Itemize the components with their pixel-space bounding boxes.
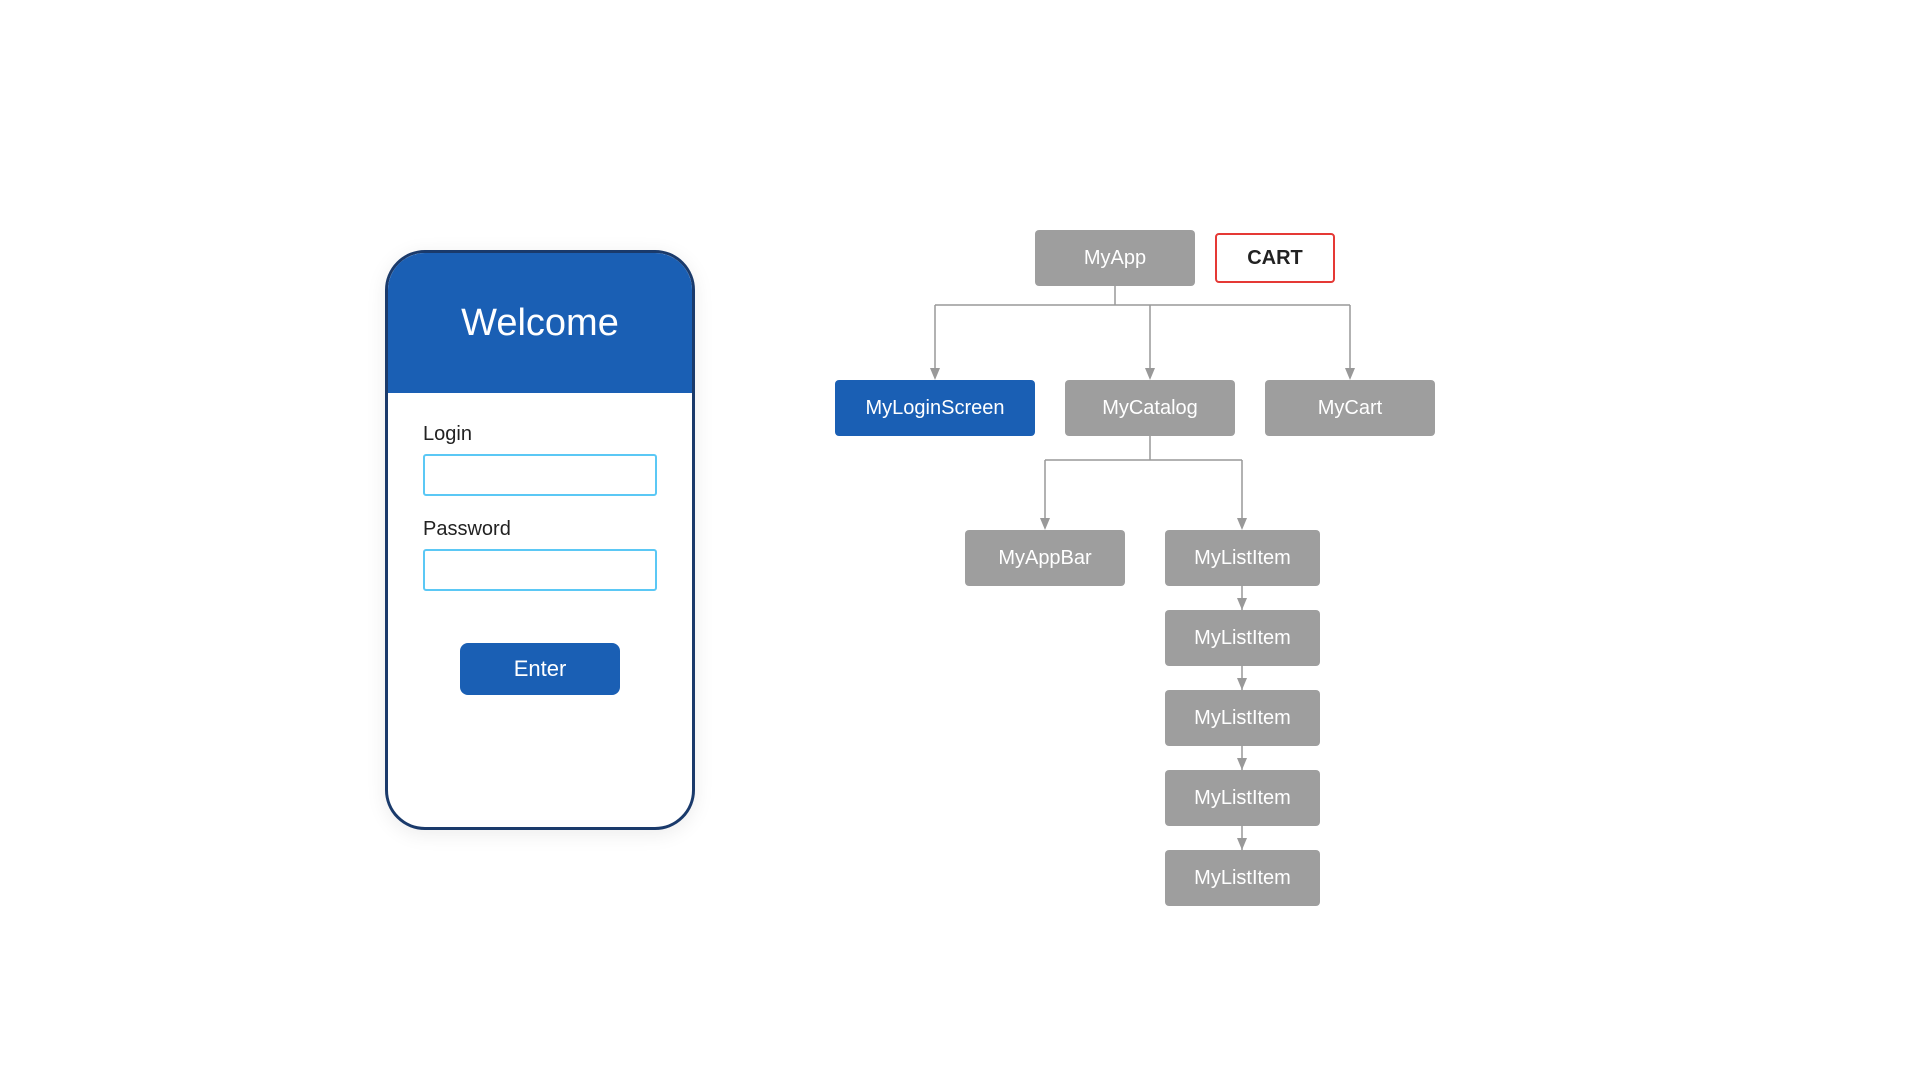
login-input[interactable]	[423, 454, 657, 496]
node-mylistitem-5: MyListItem	[1165, 850, 1320, 906]
phone-welcome-title: Welcome	[461, 302, 619, 345]
password-input[interactable]	[423, 549, 657, 591]
node-myappbar: MyAppBar	[965, 530, 1125, 586]
phone-mockup: Welcome Login Password Enter	[385, 250, 695, 830]
tree-diagram: MyApp CART MyLoginScreen MyCatalog MyCar…	[835, 230, 1535, 850]
main-container: Welcome Login Password Enter	[0, 0, 1920, 1080]
login-label: Login	[423, 423, 657, 446]
node-mylistitem-3: MyListItem	[1165, 690, 1320, 746]
node-myapp: MyApp	[1035, 230, 1195, 286]
node-mylistitem-4: MyListItem	[1165, 770, 1320, 826]
password-label: Password	[423, 518, 657, 541]
node-mylistitem-2: MyListItem	[1165, 610, 1320, 666]
node-mycart: MyCart	[1265, 380, 1435, 436]
node-cart: CART	[1215, 233, 1335, 283]
enter-button[interactable]: Enter	[460, 643, 620, 695]
node-mylistitem-1: MyListItem	[1165, 530, 1320, 586]
phone-body: Login Password Enter	[388, 393, 692, 827]
node-myloginscreen: MyLoginScreen	[835, 380, 1035, 436]
node-mycatalog: MyCatalog	[1065, 380, 1235, 436]
phone-header: Welcome	[388, 253, 692, 393]
